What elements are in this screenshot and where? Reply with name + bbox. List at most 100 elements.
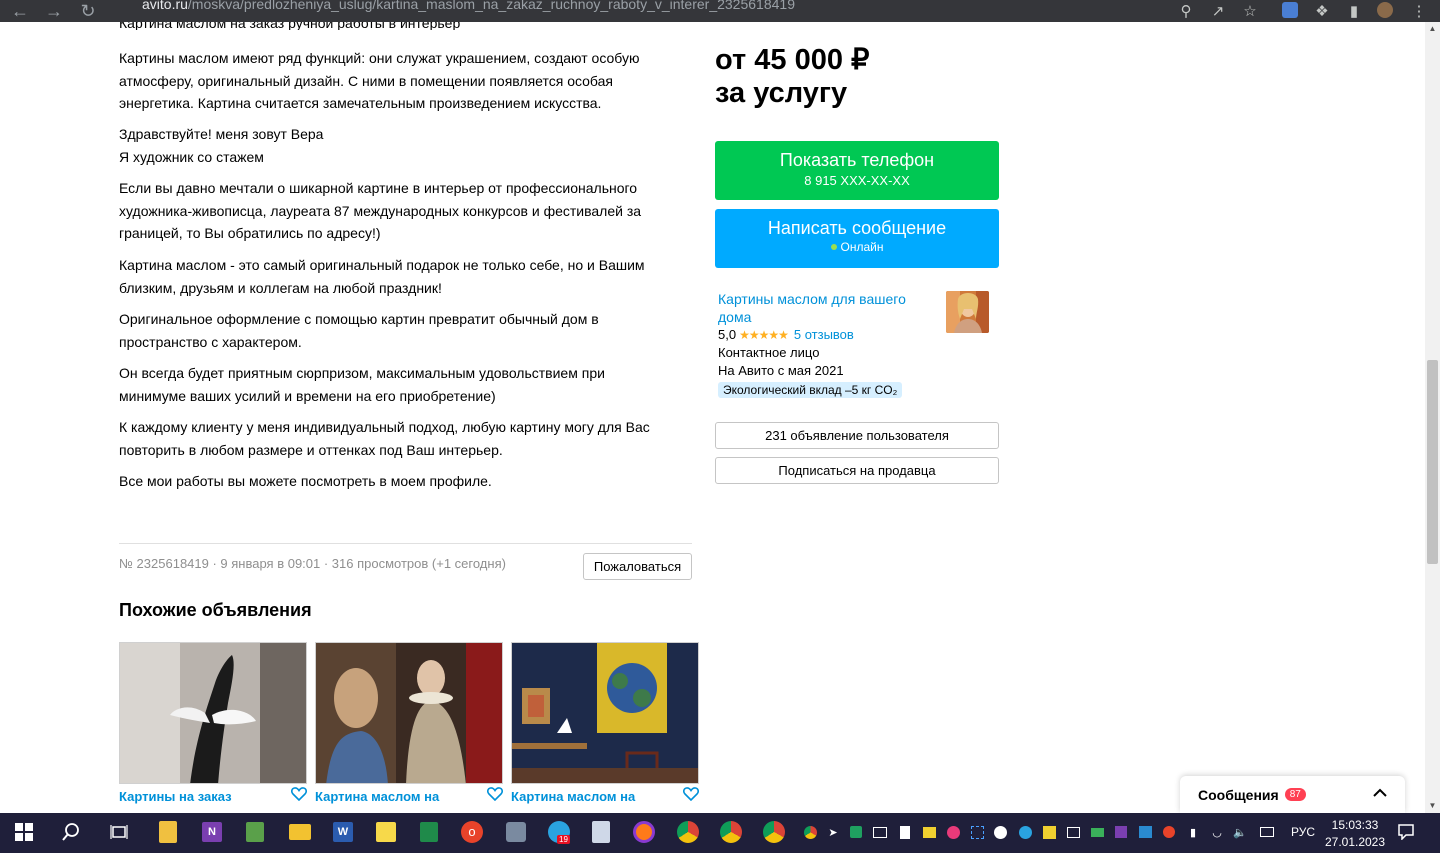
back-icon[interactable]: ←: [8, 0, 32, 22]
similar-ad-title[interactable]: Картина маслом на: [315, 789, 439, 804]
forward-icon[interactable]: →: [42, 0, 66, 22]
scrollbar-thumb[interactable]: [1427, 360, 1438, 564]
wifi-icon[interactable]: ◡: [1210, 825, 1224, 839]
similar-ad-image[interactable]: [119, 642, 307, 784]
share-icon[interactable]: ↗: [1207, 0, 1229, 22]
price-amount: от 45 000 ₽: [715, 44, 870, 76]
excel-icon[interactable]: [416, 819, 442, 845]
tray-file-icon[interactable]: [898, 825, 912, 839]
chrome-profile-2-icon[interactable]: [761, 819, 787, 845]
translate-extension-icon[interactable]: [1282, 2, 1298, 18]
write-message-button[interactable]: Написать сообщение Онлайн: [715, 209, 999, 268]
reload-icon[interactable]: ↻: [76, 0, 100, 22]
profile-avatar-icon[interactable]: [1377, 2, 1393, 18]
bookmark-star-icon[interactable]: ☆: [1239, 0, 1261, 22]
file-app-icon[interactable]: [155, 819, 181, 845]
reviews-link[interactable]: 5 отзывов: [794, 327, 854, 342]
user-ads-button[interactable]: 231 объявление пользователя: [715, 422, 999, 449]
desc-line: Если вы давно мечтали о шикарной картине…: [119, 180, 638, 196]
online-label: Онлайн: [840, 240, 884, 254]
volume-icon[interactable]: 🔈: [1233, 825, 1247, 839]
file-explorer-icon[interactable]: [287, 819, 313, 845]
keyboard-icon[interactable]: [1260, 825, 1274, 839]
address-bar[interactable]: avito.ru/moskva/predlozheniya_uslug/kart…: [142, 0, 795, 12]
favorite-heart-icon[interactable]: [487, 787, 503, 801]
rating-stars-icon: ★★★★★: [739, 327, 789, 342]
favorite-heart-icon[interactable]: [291, 787, 307, 801]
onenote-icon[interactable]: N: [199, 819, 225, 845]
similar-ad-image[interactable]: [315, 642, 503, 784]
tray-green-icon[interactable]: [1090, 825, 1104, 839]
desc-line: атмосферу, оригинальный дизайн. С ними в…: [119, 72, 613, 89]
calculator-icon[interactable]: [588, 819, 614, 845]
tray-snip-icon[interactable]: [970, 825, 984, 839]
app-icon[interactable]: [503, 819, 529, 845]
favorite-heart-icon[interactable]: [683, 787, 699, 801]
zoom-icon[interactable]: ⚲: [1175, 0, 1197, 22]
ad-meta-info: № 2325618419 · 9 января в 09:01 · 316 пр…: [119, 556, 506, 571]
similar-ads-title: Похожие объявления: [119, 600, 312, 620]
similar-ad-card[interactable]: Картины на заказ: [119, 642, 307, 804]
tray-shield-icon[interactable]: [849, 825, 863, 839]
sticky-notes-icon[interactable]: [373, 819, 399, 845]
desc-line: Он всегда будет приятным сюрпризом, макс…: [119, 365, 605, 381]
tray-record-icon[interactable]: [946, 825, 960, 839]
windows-start-icon[interactable]: [11, 819, 37, 845]
task-view-icon[interactable]: [106, 819, 132, 845]
input-language[interactable]: РУС: [1291, 825, 1315, 839]
write-message-label: Написать сообщение: [767, 218, 947, 238]
show-phone-label: Показать телефон: [779, 150, 935, 170]
chrome-profile-icon[interactable]: [718, 819, 744, 845]
tray-ok-icon[interactable]: [1162, 825, 1176, 839]
desc-line: Картина маслом - это самый оригинальный …: [119, 257, 645, 273]
similar-ad-image[interactable]: [511, 642, 699, 784]
desc-paragraph-1: Картины маслом имеют ряд функций: они сл…: [119, 47, 679, 115]
notepad-icon[interactable]: [242, 819, 268, 845]
scroll-down-arrow-icon[interactable]: ▼: [1425, 799, 1440, 813]
tray-fx-icon[interactable]: [1138, 825, 1152, 839]
seller-avatar[interactable]: [946, 291, 989, 333]
tray-telegram-icon[interactable]: ➤: [826, 825, 840, 839]
messages-widget[interactable]: Сообщения 87: [1180, 776, 1405, 813]
menu-dots-icon[interactable]: ⋮: [1408, 0, 1430, 22]
eco-badge[interactable]: Экологический вклад –5 кг CO₂: [718, 382, 903, 398]
desc-paragraph-2: Здравствуйте! меня зовут Вера Я художник…: [119, 123, 679, 168]
tray-yellow-icon[interactable]: [1042, 825, 1056, 839]
tray-skype-icon[interactable]: [993, 825, 1007, 839]
similar-ad-title[interactable]: Картины на заказ: [119, 789, 232, 804]
scroll-up-arrow-icon[interactable]: ▲: [1425, 22, 1440, 36]
tray-monitor-icon[interactable]: [873, 825, 887, 839]
extensions-puzzle-icon[interactable]: ❖: [1311, 0, 1333, 22]
page-scrollbar[interactable]: ▲ ▼: [1425, 22, 1440, 813]
sidepanel-icon[interactable]: ▮: [1343, 0, 1365, 22]
desc-line: близким, друзьям и коллегам на любой пра…: [119, 279, 442, 296]
desc-line: Картины маслом имеют ряд функций: они сл…: [119, 50, 640, 66]
battery-icon[interactable]: ▮: [1186, 825, 1200, 839]
search-icon[interactable]: [58, 819, 84, 845]
word-icon[interactable]: W: [330, 819, 356, 845]
tray-notes-icon[interactable]: [922, 825, 936, 839]
show-phone-button[interactable]: Показать телефон 8 915 XXX-XX-XX: [715, 141, 999, 200]
tray-window-icon[interactable]: [1066, 825, 1080, 839]
odnoklassniki-icon[interactable]: о: [459, 819, 485, 845]
complain-button[interactable]: Пожаловаться: [583, 553, 692, 580]
tray-chrome-icon[interactable]: [803, 825, 817, 839]
system-clock[interactable]: 15:03:33 27.01.2023: [1322, 817, 1388, 851]
desc-paragraph-7: К каждому клиенту у меня индивидуальный …: [119, 416, 679, 461]
clock-time: 15:03:33: [1331, 818, 1379, 832]
chevron-up-icon[interactable]: [1373, 784, 1387, 802]
similar-ad-card[interactable]: Картина маслом на: [511, 642, 699, 804]
notification-center-icon[interactable]: [1398, 824, 1414, 845]
tray-telegram-2-icon[interactable]: [1018, 825, 1032, 839]
desc-line: Оригинальное оформление с помощью картин…: [119, 311, 599, 327]
windows-taskbar: N W о 19 ➤ ▮ ◡ 🔈 РУС 15:03:33 27.01.2023: [0, 813, 1440, 853]
seller-name-link[interactable]: Картины маслом для вашего дома: [718, 290, 928, 326]
similar-ad-card[interactable]: Картина маслом на: [315, 642, 503, 804]
desc-line: Все мои работы вы можете посмотреть в мо…: [119, 473, 492, 489]
desc-title-cut: Картина маслом на заказ ручной работы в …: [119, 22, 679, 30]
chrome-icon[interactable]: [675, 819, 701, 845]
subscribe-seller-button[interactable]: Подписаться на продавца: [715, 457, 999, 484]
similar-ad-title[interactable]: Картина маслом на: [511, 789, 635, 804]
firefox-icon[interactable]: [631, 819, 657, 845]
tray-onenote-icon[interactable]: [1114, 825, 1128, 839]
